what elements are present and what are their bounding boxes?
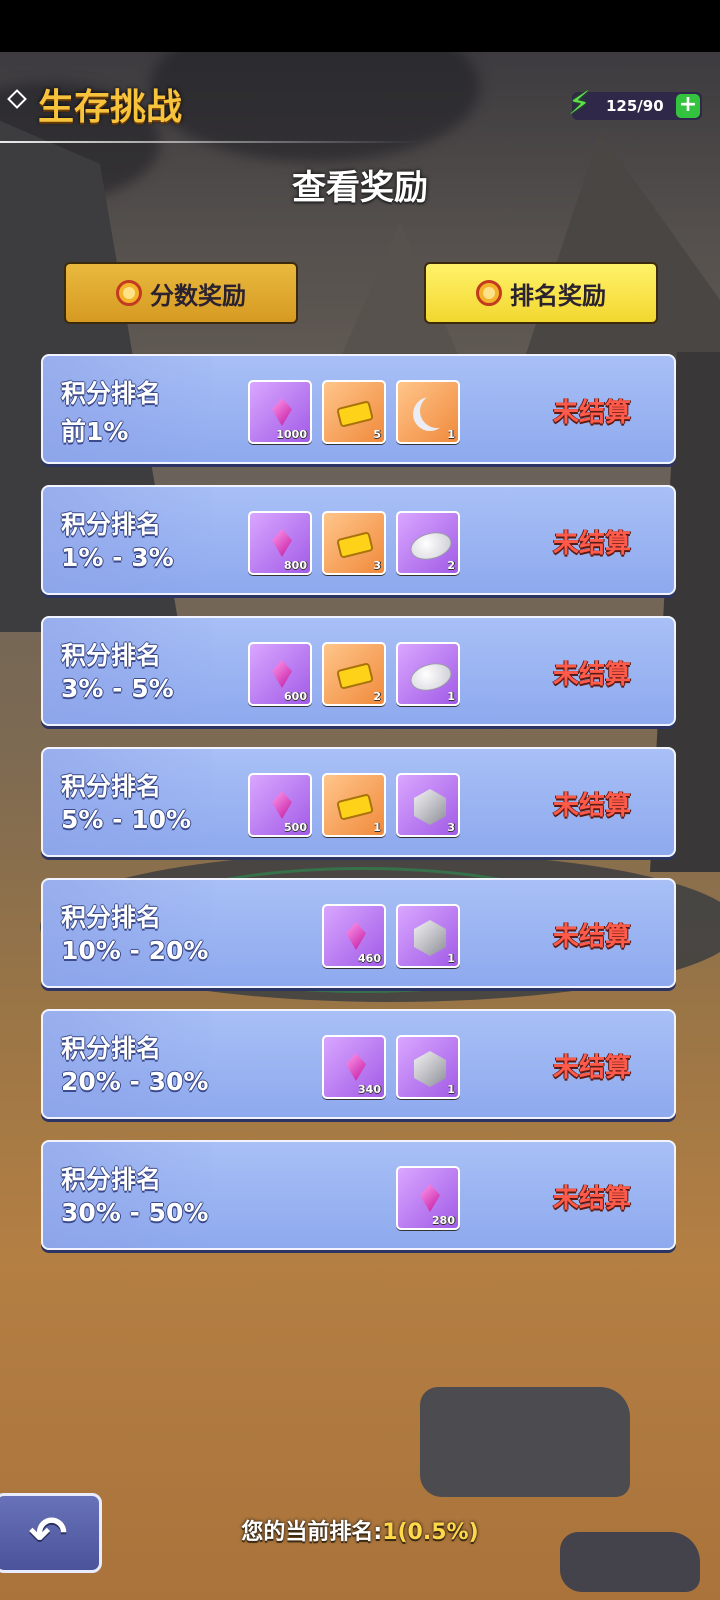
silver-hexgem-icon (414, 1051, 446, 1087)
tier-title: 积分排名 (61, 641, 162, 670)
reward-count: 1 (447, 1083, 455, 1096)
tier-title: 积分排名 (61, 1034, 162, 1063)
purple-gem-icon (272, 529, 292, 557)
current-rank-value: 1(0.5%) (382, 1520, 479, 1545)
current-rank-label: 您的当前排名: (241, 1520, 383, 1545)
tier-status: 未结算 (553, 922, 632, 952)
tier-title: 积分排名 (61, 903, 162, 932)
reward-count: 1 (373, 821, 381, 834)
tier-status: 未结算 (553, 398, 632, 428)
reward-count: 1 (447, 952, 455, 965)
purple-gem-icon (272, 398, 292, 426)
reward-count: 500 (284, 821, 307, 834)
reward-item[interactable]: 1000 (248, 380, 312, 444)
reward-count: 460 (358, 952, 381, 965)
tab-score-rewards[interactable]: 分数奖励 (64, 262, 298, 324)
silver-hexgem-icon (414, 920, 446, 956)
purple-gem-icon (272, 791, 292, 819)
title-divider (0, 141, 420, 143)
purple-gem-icon (346, 1053, 366, 1081)
reward-item[interactable]: 2 (396, 511, 460, 575)
reward-item[interactable]: 5 (322, 380, 386, 444)
reward-count: 340 (358, 1083, 381, 1096)
reward-item[interactable]: 1 (396, 904, 460, 968)
purple-gem-icon (346, 922, 366, 950)
reward-count: 5 (373, 428, 381, 441)
reward-count: 800 (284, 559, 307, 572)
reward-item[interactable]: 280 (396, 1166, 460, 1230)
reward-tier-card: 积分排名 5% - 10% 500 1 3 未结算 (41, 747, 676, 857)
reward-tier-card: 积分排名 20% - 30% 340 1 未结算 (41, 1009, 676, 1119)
tier-status: 未结算 (553, 791, 632, 821)
tier-range: 30% - 50% (61, 1198, 209, 1227)
reward-count: 2 (447, 559, 455, 572)
reward-count: 280 (432, 1214, 455, 1227)
medal-icon (116, 280, 142, 306)
tier-title: 积分排名 (61, 772, 162, 801)
reward-tier-card: 积分排名 1% - 3% 800 3 2 未结算 (41, 485, 676, 595)
reward-item[interactable]: 340 (322, 1035, 386, 1099)
tier-range: 10% - 20% (61, 936, 209, 965)
current-rank: 您的当前排名:1(0.5%) (0, 1514, 720, 1546)
reward-count: 1 (447, 690, 455, 703)
reward-tier-card: 积分排名 30% - 50% 280 未结算 (41, 1140, 676, 1250)
tier-status: 未结算 (553, 1053, 632, 1083)
reward-item[interactable]: 1 (396, 1035, 460, 1099)
tab-rank-label: 排名奖励 (510, 281, 606, 310)
reward-item[interactable]: 3 (396, 773, 460, 837)
tier-range: 5% - 10% (61, 805, 192, 834)
tab-rank-rewards[interactable]: 排名奖励 (424, 262, 658, 324)
reward-item[interactable]: 460 (322, 904, 386, 968)
reward-count: 2 (373, 690, 381, 703)
medal-icon (476, 280, 502, 306)
reward-item[interactable]: 3 (322, 511, 386, 575)
reward-count: 3 (373, 559, 381, 572)
gold-ticket-icon (336, 662, 374, 690)
purple-gem-icon (272, 660, 292, 688)
tier-range: 1% - 3% (61, 543, 174, 572)
reward-count: 1000 (276, 428, 307, 441)
reward-item[interactable]: 1 (322, 773, 386, 837)
purple-gem-icon (420, 1184, 440, 1212)
energy-value: 125/90 (606, 97, 664, 115)
tier-range: 3% - 5% (61, 674, 174, 703)
reward-tier-card: 积分排名 3% - 5% 600 2 1 未结算 (41, 616, 676, 726)
reward-item[interactable]: 600 (248, 642, 312, 706)
reward-count: 1 (447, 428, 455, 441)
reward-item[interactable]: 2 (322, 642, 386, 706)
reward-item[interactable]: 1 (396, 380, 460, 444)
tab-score-label: 分数奖励 (150, 281, 246, 310)
tier-title: 积分排名 (61, 379, 162, 408)
gold-ticket-icon (336, 400, 374, 428)
tier-status: 未结算 (553, 529, 632, 559)
gold-ticket-icon (336, 793, 374, 821)
tier-title: 积分排名 (61, 1165, 162, 1194)
tier-range: 20% - 30% (61, 1067, 209, 1096)
tier-status: 未结算 (553, 1184, 632, 1214)
view-rewards-heading: 查看奖励 (292, 168, 428, 208)
status-bar (0, 0, 720, 52)
add-energy-button[interactable]: + (676, 94, 700, 118)
reward-tier-card: 积分排名 10% - 20% 460 1 未结算 (41, 878, 676, 988)
gold-ticket-icon (336, 531, 374, 559)
reward-tier-card: 积分排名 前1% 1000 5 1 未结算 (41, 354, 676, 464)
tier-range: 前1% (61, 417, 129, 446)
energy-counter: ⚡ 125/90 + (568, 84, 702, 122)
page-title: 生存挑战 (38, 87, 183, 128)
reward-item[interactable]: 800 (248, 511, 312, 575)
reward-item[interactable]: 1 (396, 642, 460, 706)
reward-item[interactable]: 500 (248, 773, 312, 837)
tier-status: 未结算 (553, 660, 632, 690)
silver-hexgem-icon (414, 789, 446, 825)
tier-title: 积分排名 (61, 510, 162, 539)
reward-count: 3 (447, 821, 455, 834)
lightning-icon: ⚡ (568, 84, 591, 122)
reward-count: 600 (284, 690, 307, 703)
moon-icon (413, 397, 447, 431)
